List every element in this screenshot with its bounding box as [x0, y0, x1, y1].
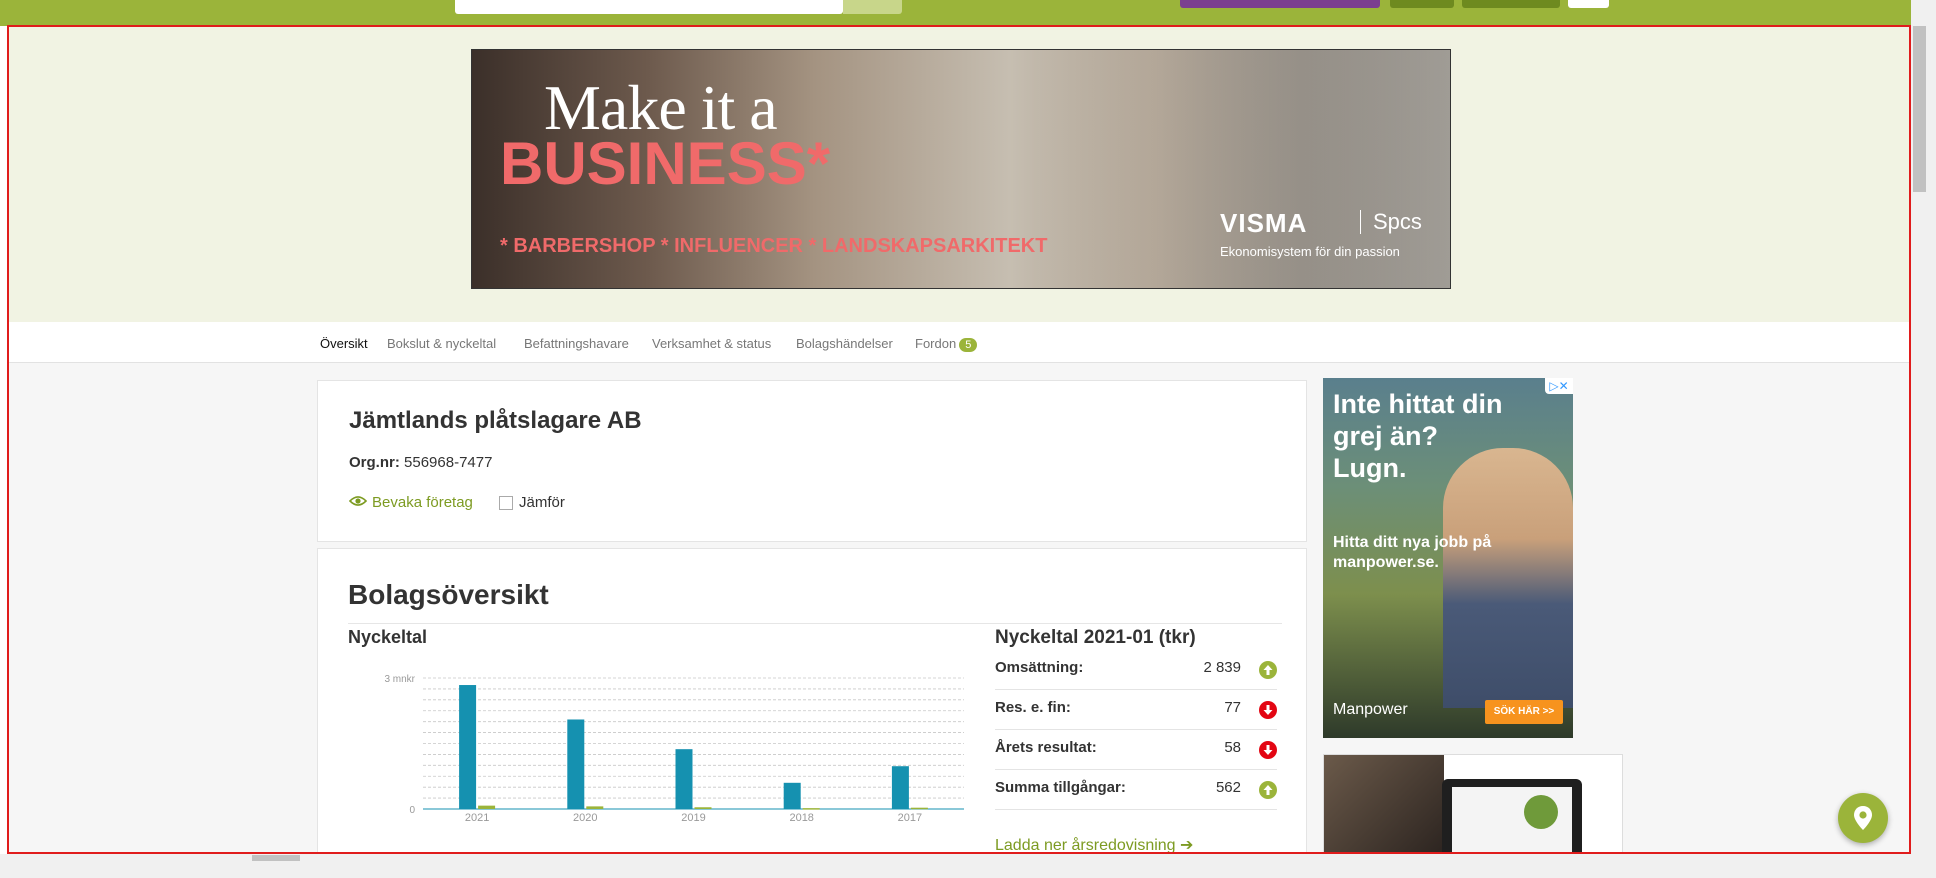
- map-pin-icon: [1838, 806, 1888, 847]
- header-button-premium[interactable]: [1180, 0, 1380, 8]
- org-number-label: Org.nr:: [349, 454, 400, 471]
- key-figure-label: Res. e. fin:: [995, 699, 1071, 716]
- tab-label: Verksamhet & status: [652, 336, 772, 351]
- chart-bar: [675, 749, 693, 809]
- fordon-count-badge: 5: [959, 338, 978, 352]
- compare-label: Jämför: [519, 494, 565, 511]
- key-figures-title: Nyckeltal 2021-01 (tkr): [995, 627, 1196, 648]
- chart-bar: [567, 719, 585, 809]
- page-content: Make it a BUSINESS* * BARBERSHOP * INFLU…: [7, 25, 1911, 854]
- watch-company-label: Bevaka företag: [372, 494, 473, 511]
- tab-bokslut[interactable]: Bokslut & nyckeltal: [387, 336, 496, 351]
- visma-banner-ad[interactable]: Make it a BUSINESS* * BARBERSHOP * INFLU…: [471, 49, 1451, 289]
- banner-caption: Ekonomisystem för din passion: [1220, 244, 1400, 259]
- org-number-value: 556968-7477: [404, 454, 493, 471]
- adchoices-icon[interactable]: ▷✕: [1545, 378, 1573, 394]
- vertical-scrollbar-thumb[interactable]: [1913, 26, 1926, 192]
- compare-checkbox[interactable]: Jämför: [499, 494, 565, 511]
- horizontal-scrollbar-thumb[interactable]: [252, 855, 300, 861]
- search-input[interactable]: [455, 0, 843, 14]
- key-figure-value: 562: [1215, 779, 1241, 796]
- tab-label: Fordon: [915, 336, 957, 351]
- ad-photo: [1324, 755, 1444, 852]
- divider: [348, 623, 1282, 624]
- key-figure-row: Res. e. fin: 77: [995, 689, 1277, 730]
- key-figure-label: Årets resultat:: [995, 739, 1097, 756]
- top-ad-area: Make it a BUSINESS* * BARBERSHOP * INFLU…: [9, 27, 1909, 322]
- tab-oversikt[interactable]: Översikt: [320, 336, 368, 351]
- tab-label: Bolagshändelser: [796, 336, 893, 351]
- header-button-menu[interactable]: [1568, 0, 1609, 8]
- manpower-logo: Manpower: [1333, 701, 1408, 718]
- ad-cta-button[interactable]: SÖK HÄR >>: [1485, 700, 1563, 724]
- header-button-login[interactable]: [1390, 0, 1454, 8]
- tab-bolagshandelser[interactable]: Bolagshändelser: [796, 336, 893, 351]
- chart-ytick-label: 0: [409, 805, 415, 816]
- chart-ytick-label: 3 mnkr: [384, 674, 415, 685]
- download-label: Ladda ner årsredovisning: [995, 837, 1176, 854]
- arrow-down-icon: [1259, 741, 1277, 759]
- key-figure-value: 2 839: [1203, 659, 1241, 676]
- key-figure-value: 58: [1224, 739, 1241, 756]
- tab-befattningshavare[interactable]: Befattningshavare: [524, 336, 629, 351]
- download-annual-report-link[interactable]: Ladda ner årsredovisning ➔: [995, 835, 1194, 854]
- chart-xtick-label: 2017: [898, 812, 922, 821]
- avatar: [1524, 795, 1558, 829]
- chart-bar: [802, 808, 820, 810]
- tab-label: Bokslut & nyckeltal: [387, 336, 497, 351]
- ad-headline: Inte hittat din grej än? Lugn.: [1333, 389, 1503, 483]
- key-figure-label: Summa tillgångar:: [995, 779, 1126, 796]
- search-button[interactable]: [843, 0, 902, 14]
- chart-xtick-label: 2020: [573, 812, 597, 821]
- chart-heading: Nyckeltal: [348, 627, 428, 647]
- company-tabs: Översikt Bokslut & nyckeltal Befattnings…: [9, 322, 1909, 363]
- watch-company-button[interactable]: Bevaka företag: [348, 494, 473, 511]
- visma-logo: VISMA: [1220, 208, 1308, 238]
- banner-headline-business: BUSINESS*: [500, 130, 831, 197]
- site-header: [0, 0, 1936, 26]
- chart-bar: [783, 782, 801, 809]
- nyckeltal-chart: 3 mnkr 0 2021 2020 2019 2018 2017: [384, 674, 964, 821]
- tab-verksamhet[interactable]: Verksamhet & status: [652, 336, 771, 351]
- chart-bar: [459, 685, 477, 809]
- chart-xtick-label: 2019: [681, 812, 705, 821]
- arrow-up-icon: [1259, 781, 1277, 799]
- manpower-side-ad[interactable]: Inte hittat din grej än? Lugn. Hitta dit…: [1323, 378, 1573, 738]
- ad-body: Hitta ditt nya jobb på manpower.se.: [1333, 534, 1492, 571]
- tab-label: Översikt: [320, 336, 368, 351]
- arrow-right-icon: ➔: [1180, 837, 1194, 854]
- chart-bar: [478, 805, 496, 809]
- company-name: Jämtlands plåtslagare AB: [349, 407, 642, 434]
- overview-title: Bolagsöversikt: [348, 579, 549, 610]
- second-side-ad[interactable]: [1323, 754, 1623, 852]
- compare-checkbox-box[interactable]: [499, 495, 513, 510]
- tab-fordon[interactable]: Fordon 5: [915, 336, 978, 352]
- chart-bar: [891, 766, 909, 809]
- ad-person-image: [1443, 448, 1573, 708]
- tab-label: Befattningshavare: [524, 336, 629, 351]
- eye-icon: [348, 494, 368, 511]
- chart-xtick-label: 2021: [465, 812, 489, 821]
- company-overview-card: Bolagsöversikt Nyckeltal 3 mnkr 0 2021 2020…: [317, 548, 1307, 854]
- org-number: Org.nr: 556968-7477: [349, 454, 492, 471]
- key-figure-row: Årets resultat: 58: [995, 729, 1277, 770]
- location-fab-button[interactable]: [1838, 793, 1888, 843]
- key-figure-value: 77: [1224, 699, 1241, 716]
- chart-bar: [910, 807, 928, 810]
- arrow-down-icon: [1259, 701, 1277, 719]
- chart-bar: [586, 806, 604, 809]
- chart-xtick-label: 2018: [789, 812, 813, 821]
- company-header-card: Jämtlands plåtslagare AB Org.nr: 556968-…: [317, 380, 1307, 542]
- key-figure-row: Omsättning: 2 839: [995, 649, 1277, 690]
- key-figure-label: Omsättning:: [995, 659, 1084, 676]
- key-figure-row: Summa tillgångar: 562: [995, 769, 1277, 810]
- spcs-logo: Spcs: [1360, 210, 1422, 234]
- chart-bar: [694, 807, 712, 809]
- arrow-up-icon: [1259, 661, 1277, 679]
- banner-tagline: * BARBERSHOP * INFLUENCER * LANDSKAPSARK…: [500, 235, 1048, 257]
- header-button-register[interactable]: [1462, 0, 1560, 8]
